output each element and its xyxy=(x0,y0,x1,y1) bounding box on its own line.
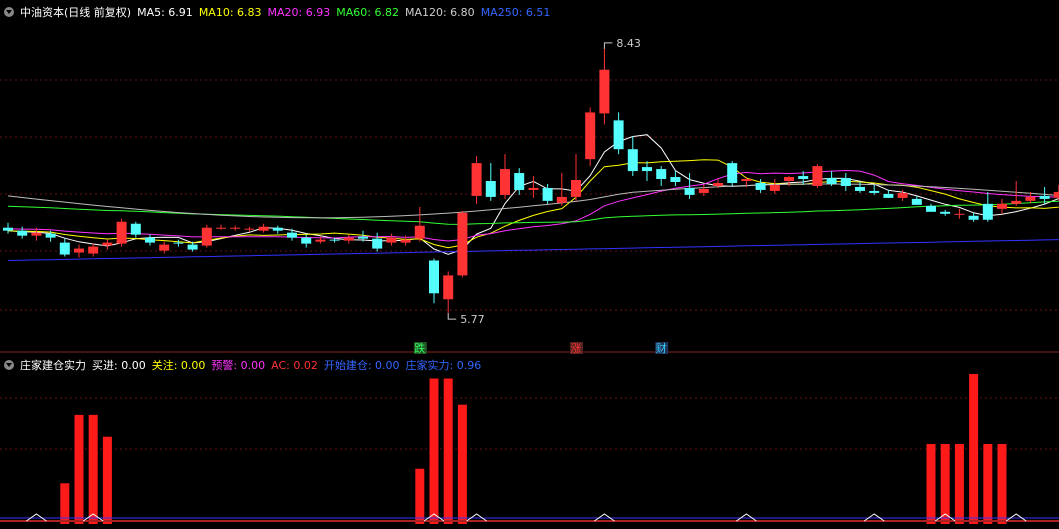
candle-body xyxy=(1039,195,1050,199)
stock-chart[interactable]: 8.43 5.77 跌 涨 财 xyxy=(0,0,1059,529)
candle-body xyxy=(954,213,965,215)
candle-body xyxy=(968,215,979,220)
candle-body xyxy=(855,186,865,191)
candle-body xyxy=(485,181,496,197)
candle-body xyxy=(258,226,269,231)
candle-body xyxy=(400,239,411,243)
event-marker: 跌 xyxy=(414,341,425,355)
candle-body xyxy=(869,190,880,193)
candle-body xyxy=(301,237,312,244)
candle-body xyxy=(755,182,766,190)
candle-body xyxy=(372,238,383,249)
candle-body xyxy=(769,184,780,191)
candle-body xyxy=(528,187,539,190)
candle-body xyxy=(542,187,553,201)
candle-body xyxy=(329,239,340,241)
strength-bar xyxy=(926,443,936,524)
candle-body xyxy=(840,178,851,186)
candle-body xyxy=(315,239,326,242)
candle-body xyxy=(471,163,482,196)
strength-bar xyxy=(74,414,84,524)
candle-body xyxy=(102,242,113,246)
high-price-label: 8.43 xyxy=(616,37,641,50)
candle-body xyxy=(940,211,951,214)
candle-body xyxy=(31,232,42,236)
candle-body xyxy=(173,242,184,244)
candle-body xyxy=(414,225,425,239)
candle-body xyxy=(514,173,525,190)
candle-body xyxy=(741,179,752,181)
candle-body xyxy=(159,244,170,251)
candle-body xyxy=(599,69,610,114)
candle-body xyxy=(443,275,454,300)
strength-bar xyxy=(954,443,964,524)
candle-body xyxy=(713,182,723,186)
candle-body xyxy=(670,177,681,182)
candle-body xyxy=(429,260,439,294)
candle-body xyxy=(145,237,155,243)
candle-body xyxy=(826,178,837,184)
low-price-label: 5.77 xyxy=(460,313,485,326)
candle-body xyxy=(287,232,297,238)
event-marker: 涨 xyxy=(571,342,582,355)
candle-body xyxy=(656,169,667,180)
candle-body xyxy=(17,230,28,236)
candle-body xyxy=(272,227,283,231)
strength-bar xyxy=(102,436,112,524)
candle-body xyxy=(997,203,1007,209)
low-pointer xyxy=(447,313,457,320)
candle-body xyxy=(358,236,368,239)
strength-bar xyxy=(457,404,467,524)
event-marker: 财 xyxy=(656,341,667,355)
candle-body xyxy=(642,167,652,172)
candle-body xyxy=(911,198,922,205)
candle-body xyxy=(457,212,468,276)
candle-body xyxy=(88,246,99,254)
candle-body xyxy=(556,196,567,203)
candle-body xyxy=(1011,200,1022,204)
candle-body xyxy=(3,227,13,231)
strength-bar xyxy=(443,378,453,524)
candle-body xyxy=(812,166,823,186)
ma-line-ma60 xyxy=(7,200,1059,225)
candle-body xyxy=(244,228,255,230)
candle-body xyxy=(698,188,709,193)
candle-body xyxy=(386,237,397,243)
candle-body xyxy=(1053,191,1059,198)
candle-body xyxy=(727,163,738,183)
strength-bar xyxy=(940,443,950,524)
candle-body xyxy=(982,203,993,220)
candle-body xyxy=(883,193,894,198)
strength-bar xyxy=(88,414,98,524)
candle-body xyxy=(627,149,638,172)
candle-body xyxy=(45,233,56,238)
candle-body xyxy=(130,223,141,235)
strength-bar xyxy=(429,378,439,524)
ma-line-ma10 xyxy=(7,159,1059,249)
strength-bar xyxy=(997,443,1007,524)
strength-bar xyxy=(969,374,979,524)
candle-body xyxy=(201,227,212,246)
candle-body xyxy=(684,187,695,195)
candle-body xyxy=(59,242,70,255)
candle-body xyxy=(500,169,510,195)
candle-body xyxy=(897,192,908,198)
candle-body xyxy=(230,227,241,229)
candle-body xyxy=(74,248,84,253)
high-pointer xyxy=(603,42,613,49)
candle-body xyxy=(613,120,624,150)
candle-body xyxy=(926,205,936,212)
candle-body xyxy=(216,227,226,229)
candle-body xyxy=(798,176,809,180)
candle-body xyxy=(571,180,581,197)
strength-bar xyxy=(983,443,993,524)
candle-body xyxy=(343,237,354,241)
candle-body xyxy=(784,177,794,181)
candle-body xyxy=(585,112,596,160)
candle-body xyxy=(116,221,127,244)
candle-body xyxy=(1025,196,1036,201)
candle-body xyxy=(187,244,198,250)
strength-bar xyxy=(415,468,425,524)
